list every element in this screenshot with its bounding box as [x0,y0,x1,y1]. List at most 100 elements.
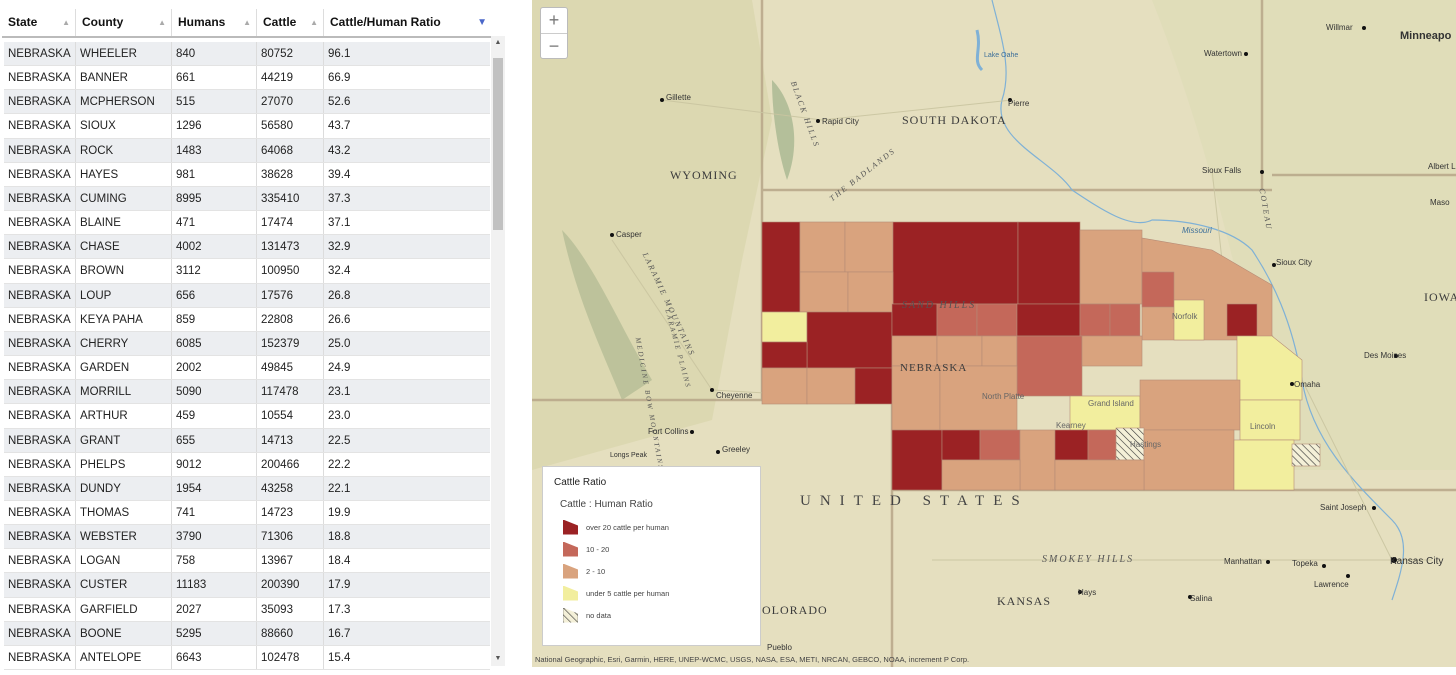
table-row[interactable]: NEBRASKA LOGAN 758 13967 18.4 [4,549,490,574]
table-row[interactable]: NEBRASKA KEYA PAHA 859 22808 26.6 [4,307,490,332]
cell-cattle: 17576 [257,283,324,307]
table-row[interactable]: NEBRASKA CHASE 4002 131473 32.9 [4,235,490,260]
map-label-lake-oahe: Lake Oahe [984,52,1019,59]
table-row[interactable]: NEBRASKA WHEELER 840 80752 96.1 [4,42,490,67]
scroll-up-arrow-icon[interactable]: ▲ [491,36,505,50]
sort-icon[interactable]: ▲ [158,9,166,36]
table-row[interactable]: NEBRASKA BANNER 661 44219 66.9 [4,66,490,91]
cell-state: NEBRASKA [4,259,76,283]
cell-ratio: 19.9 [328,506,351,519]
table-row[interactable]: NEBRASKA CHERRY 6085 152379 25.0 [4,331,490,357]
cell-county: WEBSTER [76,525,172,549]
table-row[interactable]: NEBRASKA ANTELOPE 6643 102478 15.4 [4,645,490,671]
cell-state: NEBRASKA [4,549,76,573]
column-header-cattle[interactable]: Cattle ▲ [257,9,324,36]
cell-state: NEBRASKA [4,307,76,331]
scroll-thumb[interactable] [493,58,503,230]
cell-humans: 655 [172,428,257,452]
cell-county: DUNDY [76,476,172,500]
cell-humans: 840 [172,42,257,66]
table-row[interactable]: NEBRASKA GRANT 655 14713 22.5 [4,428,490,453]
map-label-nebraska: NEBRASKA [900,362,968,374]
table-scrollbar[interactable]: ▲ ▼ [491,36,505,666]
cell-state: NEBRASKA [4,283,76,307]
column-header-ratio[interactable]: Cattle/Human Ratio ▼ [324,9,492,36]
table-row[interactable]: NEBRASKA LOUP 656 17576 26.8 [4,283,490,308]
map-label-manhattan: Manhattan [1224,557,1262,566]
cell-cattle: 27070 [257,90,324,114]
cell-ratio: 32.9 [328,241,351,254]
cell-cattle: 80752 [257,42,324,66]
table-row[interactable]: NEBRASKA BLAINE 471 17474 37.1 [4,211,490,236]
map-label-casper: Casper [616,230,642,239]
map-view[interactable]: SOUTH DAKOTA WYOMING NEBRASKA KANSAS IOW… [532,0,1456,667]
table-row[interactable]: NEBRASKA GARDEN 2002 49845 24.9 [4,356,490,381]
table-row[interactable]: NEBRASKA HAYES 981 38628 39.4 [4,162,490,187]
map-label-south-dakota: SOUTH DAKOTA [902,113,1007,127]
legend-item: no data [563,607,611,623]
zoom-out-button[interactable]: − [541,34,567,59]
map-label-north-platte: North Platte [982,392,1025,401]
column-header-humans[interactable]: Humans ▲ [172,9,257,36]
column-header-county[interactable]: County ▲ [76,9,172,36]
table-row[interactable]: NEBRASKA ROCK 1483 64068 43.2 [4,138,490,163]
map-label-pierre: Pierre [1008,99,1030,108]
column-header-state[interactable]: State ▲ [2,9,76,36]
cell-ratio: 17.9 [328,579,351,592]
map-label-kansas: KANSAS [997,594,1052,608]
map-label-topeka: Topeka [1292,559,1318,568]
map-label-lincoln: Lincoln [1250,422,1276,431]
cell-state: NEBRASKA [4,476,76,500]
legend-swatch [563,519,578,535]
map-label-mason: Maso [1430,198,1450,207]
cell-state: NEBRASKA [4,42,76,66]
cell-county: CHASE [76,235,172,259]
table-row[interactable]: NEBRASKA DUNDY 1954 43258 22.1 [4,476,490,501]
cell-county: CUMING [76,186,172,211]
cell-cattle: 14723 [257,500,324,525]
sort-icon[interactable]: ▲ [62,9,70,36]
table-row[interactable]: NEBRASKA GARFIELD 2027 35093 17.3 [4,597,490,622]
sort-icon[interactable]: ▲ [310,9,318,36]
sort-icon[interactable]: ▲ [243,9,251,36]
table-row[interactable]: NEBRASKA CUMING 8995 335410 37.3 [4,186,490,212]
cell-county: PHELPS [76,452,172,476]
table-row[interactable]: NEBRASKA PHELPS 9012 200466 22.2 [4,452,490,477]
map-label-willmar: Willmar [1326,23,1353,32]
cell-ratio: 39.4 [328,168,351,181]
map-label-des-moines: Des Moines [1364,351,1407,360]
cell-cattle: 200466 [257,452,324,476]
scroll-down-arrow-icon[interactable]: ▼ [491,652,505,666]
cell-cattle: 200390 [257,573,324,597]
cell-humans: 515 [172,90,257,114]
cell-state: NEBRASKA [4,235,76,259]
map-label-norfolk: Norfolk [1172,312,1198,321]
table-row[interactable]: NEBRASKA CUSTER 11183 200390 17.9 [4,573,490,598]
zoom-in-button[interactable]: + [541,8,567,34]
map-label-grand-island: Grand Island [1088,399,1134,408]
cell-ratio: 22.5 [328,434,351,447]
table-row[interactable]: NEBRASKA THOMAS 741 14723 19.9 [4,500,490,526]
cell-ratio: 66.9 [328,72,351,85]
cell-ratio: 25.0 [328,337,351,350]
legend-swatch [563,563,578,579]
table-row[interactable]: NEBRASKA ARTHUR 459 10554 23.0 [4,404,490,429]
cell-county: CUSTER [76,573,172,597]
cell-humans: 2027 [172,597,257,621]
cell-cattle: 10554 [257,404,324,428]
cell-ratio: 22.1 [328,482,351,495]
table-row[interactable]: NEBRASKA MCPHERSON 515 27070 52.6 [4,90,490,115]
cell-state: NEBRASKA [4,211,76,235]
cell-county: BOONE [76,621,172,645]
table-row[interactable]: NEBRASKA SIOUX 1296 56580 43.7 [4,114,490,139]
cell-ratio: 26.8 [328,289,351,302]
table-row[interactable]: NEBRASKA MORRILL 5090 117478 23.1 [4,380,490,405]
map-attribution: National Geographic, Esri, Garmin, HERE,… [535,655,970,664]
cell-cattle: 13967 [257,549,324,573]
cell-cattle: 152379 [257,331,324,356]
sort-descending-icon[interactable]: ▼ [477,9,487,36]
map-label-albert-lea: Albert L [1428,162,1456,171]
table-row[interactable]: NEBRASKA BOONE 5295 88660 16.7 [4,621,490,646]
table-row[interactable]: NEBRASKA WEBSTER 3790 71306 18.8 [4,525,490,550]
table-row[interactable]: NEBRASKA BROWN 3112 100950 32.4 [4,259,490,284]
